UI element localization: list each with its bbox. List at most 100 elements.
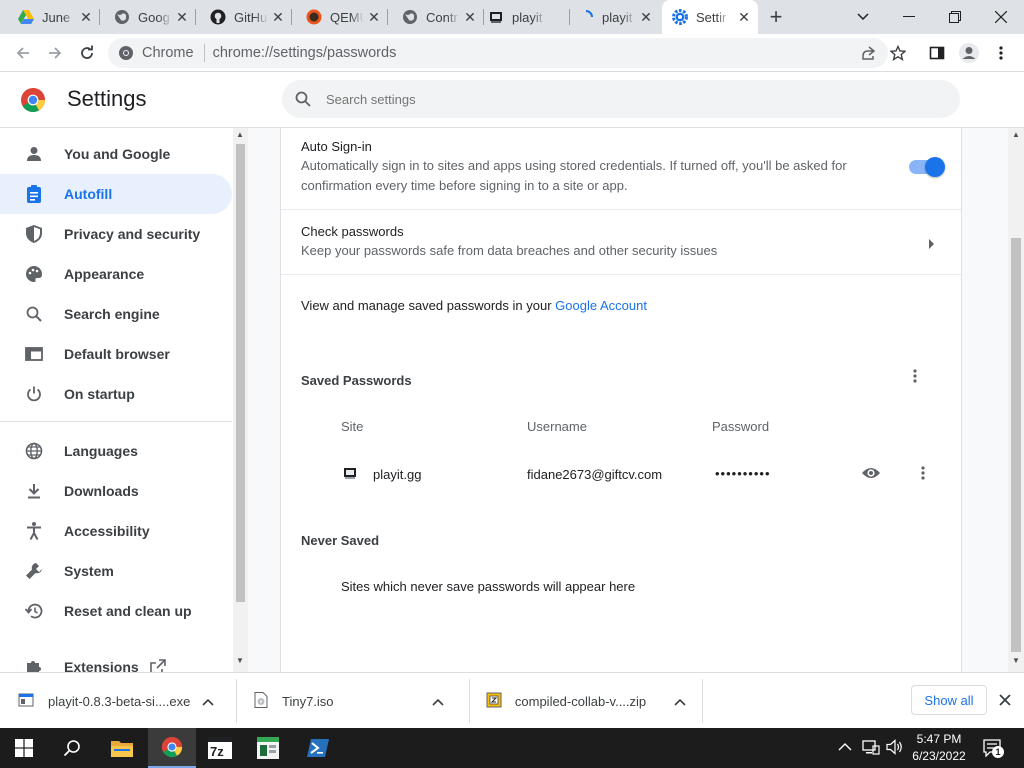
show-all-downloads-button[interactable]: Show all <box>911 685 987 715</box>
back-button[interactable] <box>8 38 38 68</box>
sidebar-item-on-startup[interactable]: On startup <box>0 374 232 414</box>
download-item[interactable]: compiled-collab-v....zip <box>486 673 686 729</box>
playit-site-icon <box>343 466 357 483</box>
taskbar-powershell[interactable] <box>294 728 342 768</box>
accessibility-icon <box>24 522 44 540</box>
tab-google[interactable]: Goog ✕ <box>104 0 196 34</box>
tab-close-icon[interactable]: ✕ <box>270 9 286 25</box>
sidebar-item-label: Privacy and security <box>64 226 201 242</box>
minimize-button[interactable] <box>886 0 932 34</box>
volume-icon[interactable] <box>886 739 904 758</box>
tab-close-icon[interactable]: ✕ <box>366 9 382 25</box>
sidebar-item-you-and-google[interactable]: You and Google <box>0 134 232 174</box>
side-panel-button[interactable] <box>922 38 952 68</box>
chevron-up-icon[interactable] <box>432 694 444 709</box>
scroll-down-arrow-icon[interactable]: ▼ <box>1012 656 1020 665</box>
taskbar-search-button[interactable] <box>48 728 96 768</box>
show-hidden-icons-button[interactable] <box>838 740 852 755</box>
tab-contr[interactable]: Contr ✕ <box>392 0 484 34</box>
new-tab-button[interactable]: + <box>764 4 788 29</box>
chevron-up-icon <box>838 743 852 751</box>
chrome-menu-button[interactable] <box>986 38 1016 68</box>
avatar-icon <box>959 43 979 63</box>
sidebar-item-privacy-and-security[interactable]: Privacy and security <box>0 214 232 254</box>
sidebar-scrollbar[interactable]: ▲ ▼ <box>233 128 248 672</box>
sidebar-item-default-browser[interactable]: Default browser <box>0 334 232 374</box>
start-button[interactable] <box>0 728 48 768</box>
column-header-username: Username <box>527 419 587 434</box>
taskbar-chrome[interactable] <box>148 728 196 768</box>
auto-signin-toggle[interactable] <box>909 157 945 177</box>
sidebar-item-languages[interactable]: Languages <box>0 431 232 471</box>
taskbar-notepad-app[interactable] <box>244 728 292 768</box>
notepad-app-icon <box>257 737 279 759</box>
sidebar-item-autofill[interactable]: Autofill <box>0 174 232 214</box>
tab-close-icon[interactable]: ✕ <box>638 9 654 25</box>
bookmark-star-button[interactable] <box>883 38 913 68</box>
system-clock[interactable]: 5:47 PM 6/23/2022 <box>906 731 972 765</box>
tab-search-button[interactable] <box>840 0 886 34</box>
tab-github[interactable]: GitHu ✕ <box>200 0 292 34</box>
main-scrollbar-thumb[interactable] <box>1011 238 1021 652</box>
scroll-up-arrow-icon[interactable]: ▲ <box>236 130 244 139</box>
password-site[interactable]: playit.gg <box>373 467 421 482</box>
password-more-actions-button[interactable] <box>921 465 925 484</box>
taskbar-file-explorer[interactable] <box>98 728 146 768</box>
password-username[interactable]: fidane2673@giftcv.com <box>527 467 662 482</box>
tab-june[interactable]: June ✕ <box>8 0 100 34</box>
sidebar-item-downloads[interactable]: Downloads <box>0 471 232 511</box>
password-value[interactable]: •••••••••• <box>715 466 771 481</box>
google-account-link[interactable]: Google Account <box>555 298 647 313</box>
scroll-down-arrow-icon[interactable]: ▼ <box>236 656 244 665</box>
tab-playit-loading[interactable]: playit ✕ <box>568 0 660 34</box>
close-window-button[interactable] <box>978 0 1024 34</box>
tab-close-icon[interactable]: ✕ <box>174 9 190 25</box>
check-passwords-row[interactable]: Check passwords Keep your passwords safe… <box>281 210 961 274</box>
address-bar[interactable]: Chrome chrome://settings/passwords <box>108 38 888 68</box>
network-icon[interactable] <box>862 739 880 758</box>
sidebar-item-label: Autofill <box>64 186 113 202</box>
chevron-up-icon[interactable] <box>202 694 214 709</box>
sidebar-item-search-engine[interactable]: Search engine <box>0 294 232 334</box>
tab-close-icon[interactable]: ✕ <box>736 9 752 25</box>
wrench-icon <box>24 562 44 580</box>
sidebar-item-appearance[interactable]: Appearance <box>0 254 232 294</box>
main-scrollbar[interactable]: ▲ ▼ <box>1008 128 1024 672</box>
tab-qemu[interactable]: QEMU ✕ <box>296 0 388 34</box>
taskbar-7zip[interactable]: 7z <box>196 728 244 768</box>
restore-button[interactable] <box>932 0 978 34</box>
tab-separator <box>195 9 196 25</box>
chrome-logo-icon <box>118 45 134 61</box>
reload-button[interactable] <box>72 38 102 68</box>
chevron-up-icon[interactable] <box>674 694 686 709</box>
url-path: settings/passwords <box>273 45 397 61</box>
tab-close-icon[interactable]: ✕ <box>462 9 478 25</box>
close-download-shelf-button[interactable] <box>998 693 1012 710</box>
column-header-password: Password <box>712 419 770 434</box>
sidebar-item-reset-and-clean-up[interactable]: Reset and clean up <box>0 591 232 631</box>
tab-playit[interactable]: playit <box>478 0 570 34</box>
show-password-button[interactable] <box>861 466 881 483</box>
sidebar-scrollbar-thumb[interactable] <box>236 144 245 602</box>
sidebar-item-label: Languages <box>64 443 138 459</box>
download-icon <box>24 482 44 500</box>
settings-search-box[interactable] <box>282 80 960 118</box>
saved-passwords-menu-button[interactable] <box>913 368 917 387</box>
download-item[interactable]: Tiny7.iso <box>254 673 454 729</box>
sidebar-item-label: Appearance <box>64 266 145 282</box>
sidebar-item-label: Reset and clean up <box>64 603 192 619</box>
tab-close-icon[interactable]: ✕ <box>78 9 94 25</box>
sidebar-item-extensions[interactable]: Extensions <box>0 647 232 672</box>
settings-search-input[interactable] <box>326 91 926 107</box>
action-center-button[interactable]: 1 <box>983 739 1005 758</box>
tab-separator <box>387 9 388 25</box>
more-vert-icon <box>921 466 925 480</box>
profile-button[interactable] <box>954 38 984 68</box>
download-item[interactable]: playit-0.8.3-beta-si....exe <box>18 673 232 729</box>
tab-settings[interactable]: Settir ✕ <box>662 0 758 34</box>
scroll-up-arrow-icon[interactable]: ▲ <box>1012 130 1020 139</box>
forward-button[interactable] <box>40 38 70 68</box>
share-icon[interactable] <box>860 45 876 65</box>
sidebar-item-system[interactable]: System <box>0 551 232 591</box>
sidebar-item-accessibility[interactable]: Accessibility <box>0 511 232 551</box>
